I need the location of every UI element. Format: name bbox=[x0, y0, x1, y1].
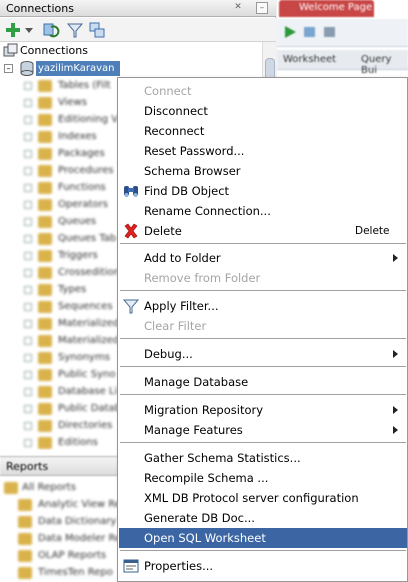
properties-icon bbox=[123, 559, 139, 573]
refresh-icon[interactable] bbox=[42, 21, 60, 39]
connections-tab[interactable]: Connections ✕ – bbox=[0, 0, 276, 17]
red-x-icon bbox=[124, 223, 138, 239]
add-connection-icon[interactable] bbox=[4, 21, 22, 39]
menu-item-schema-browser[interactable]: Schema Browser bbox=[119, 161, 407, 181]
run-script-icon[interactable] bbox=[303, 25, 317, 39]
tree-root-connections[interactable]: Connections bbox=[0, 42, 262, 59]
menu-item-add-to-folder[interactable]: Add to Folder bbox=[119, 248, 407, 268]
menu-item-properties[interactable]: Properties... bbox=[119, 556, 407, 576]
connections-tab-title: Connections bbox=[6, 2, 74, 15]
filter-icon bbox=[123, 299, 139, 314]
connection-context-menu: Connect Disconnect Reconnect Reset Passw… bbox=[117, 77, 408, 582]
menu-item-open-sql-worksheet[interactable]: Open SQL Worksheet bbox=[119, 528, 407, 548]
menu-item-reset-password[interactable]: Reset Password... bbox=[119, 141, 407, 161]
menu-item-generate-db-doc[interactable]: Generate DB Doc... bbox=[119, 508, 407, 528]
minimize-panel-icon[interactable]: – bbox=[256, 2, 268, 14]
menu-item-disconnect[interactable]: Disconnect bbox=[119, 101, 407, 121]
collapse-toggle-icon[interactable]: – bbox=[4, 64, 13, 73]
menu-item-remove-from-folder[interactable]: Remove from Folder bbox=[119, 268, 407, 288]
menu-item-rename-connection[interactable]: Rename Connection... bbox=[119, 201, 407, 221]
worksheet-tabs: Worksheet Query Bui bbox=[277, 50, 408, 76]
menu-item-debug[interactable]: Debug... bbox=[119, 344, 407, 364]
menu-item-delete[interactable]: Delete Delete bbox=[119, 221, 407, 241]
submenu-arrow-icon bbox=[393, 426, 398, 434]
worksheet-toolbar bbox=[277, 19, 408, 47]
tree-root-label: Connections bbox=[20, 44, 88, 57]
delete-shortcut: Delete bbox=[355, 225, 390, 237]
menu-item-xml-db-protocol[interactable]: XML DB Protocol server configuration bbox=[119, 488, 407, 508]
close-panel-icon[interactable]: ✕ bbox=[232, 2, 244, 14]
reports-tab-title: Reports bbox=[6, 460, 49, 473]
schema-browser-icon[interactable] bbox=[88, 21, 106, 39]
menu-item-clear-filter[interactable]: Clear Filter bbox=[119, 316, 407, 336]
menu-item-gather-schema-statistics[interactable]: Gather Schema Statistics... bbox=[119, 448, 407, 468]
menu-separator bbox=[120, 243, 406, 244]
welcome-page-tab[interactable]: Welcome Page bbox=[279, 0, 374, 17]
submenu-arrow-icon bbox=[393, 350, 398, 358]
dropdown-arrow-icon[interactable] bbox=[24, 21, 34, 39]
menu-item-apply-filter[interactable]: Apply Filter... bbox=[119, 296, 407, 316]
menu-separator bbox=[120, 366, 406, 367]
database-icon bbox=[20, 61, 34, 76]
menu-separator bbox=[120, 442, 406, 443]
menu-separator bbox=[120, 394, 406, 395]
menu-separator bbox=[120, 550, 406, 551]
menu-item-migration-repository[interactable]: Migration Repository bbox=[119, 400, 407, 420]
menu-item-find-db-object[interactable]: Find DB Object bbox=[119, 181, 407, 201]
connections-folder-icon bbox=[3, 43, 18, 57]
menu-separator bbox=[120, 338, 406, 339]
tab-query-builder[interactable]: Query Bui bbox=[361, 54, 408, 76]
connections-toolbar bbox=[0, 18, 276, 42]
menu-separator bbox=[120, 290, 406, 291]
menu-item-recompile-schema[interactable]: Recompile Schema ... bbox=[119, 468, 407, 488]
submenu-arrow-icon bbox=[393, 406, 398, 414]
run-icon[interactable] bbox=[283, 25, 297, 39]
commit-icon[interactable] bbox=[323, 25, 337, 39]
filter-icon[interactable] bbox=[66, 21, 84, 39]
menu-item-connect[interactable]: Connect bbox=[119, 81, 407, 101]
tab-worksheet[interactable]: Worksheet bbox=[283, 54, 336, 65]
selected-connection[interactable]: yazilimKaravan bbox=[36, 61, 120, 76]
binoculars-icon bbox=[124, 186, 138, 197]
menu-item-manage-features[interactable]: Manage Features bbox=[119, 420, 407, 440]
menu-item-reconnect[interactable]: Reconnect bbox=[119, 121, 407, 141]
menu-item-manage-database[interactable]: Manage Database bbox=[119, 372, 407, 392]
submenu-arrow-icon bbox=[393, 254, 398, 262]
